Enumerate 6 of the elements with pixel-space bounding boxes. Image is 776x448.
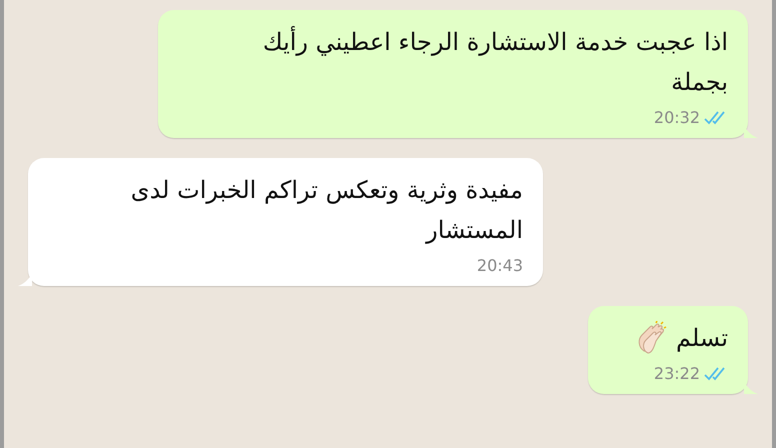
message-time: 20:43 (476, 255, 523, 277)
message-time: 23:22 (654, 363, 700, 385)
message-text: مفيدة وثرية وتعكس تراكم الخبرات لدى المستشار (130, 175, 523, 246)
message-text: اذا عجبت خدمة الاستشارة الرجاء اعطيني رأيك بجملة (262, 25, 728, 98)
message-time: 20:32 (654, 107, 700, 129)
message-text: تسلم (676, 323, 728, 354)
